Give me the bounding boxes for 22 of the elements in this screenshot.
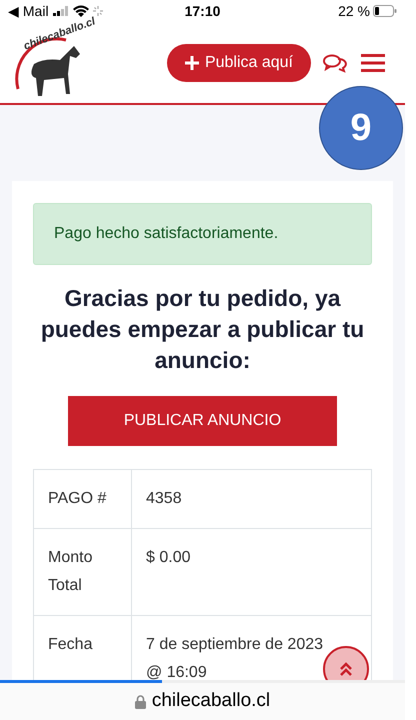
wifi-icon [72, 5, 89, 17]
chat-icon[interactable] [323, 52, 347, 72]
double-chevron-up-icon [339, 662, 353, 676]
publish-here-button[interactable]: Publica aquí [166, 44, 311, 82]
table-value: $ 0.00 [146, 549, 190, 566]
thank-you-heading: Gracias por tu pedido, ya puedes empezar a publicar tu anuncio: [40, 284, 366, 375]
loading-icon [92, 6, 103, 16]
back-to-mail[interactable]: ◀ Mail [8, 0, 49, 22]
lock-icon [134, 694, 146, 708]
battery-percent: 22 % [338, 2, 370, 20]
publish-ad-button[interactable]: PUBLICAR ANUNCIO [68, 396, 337, 446]
menu-icon[interactable] [361, 54, 385, 72]
table-label: Fecha [48, 636, 92, 653]
table-value: 4358 [146, 490, 182, 507]
clock: 17:10 [184, 2, 222, 20]
signal-icon [52, 6, 69, 16]
battery-icon [373, 5, 397, 17]
table-label: Monto Total [48, 549, 92, 594]
success-alert: Pago hecho satisfactoriamente. [33, 203, 372, 265]
table-label: PAGO # [48, 490, 106, 507]
plus-icon [184, 56, 199, 70]
table-value: 7 de septiembre de 2023 @ 16:09 [146, 636, 324, 680]
